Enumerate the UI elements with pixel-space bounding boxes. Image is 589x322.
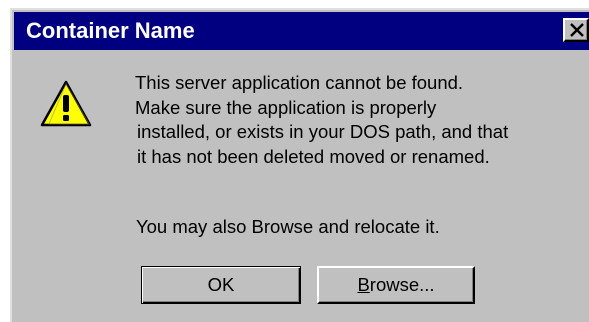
message-line: Make sure the application is properly (135, 96, 437, 118)
browse-button-label: Browse... (357, 274, 434, 296)
warning-icon (40, 80, 92, 127)
dialog-window: Container Name This server application c… (10, 8, 589, 322)
ok-button[interactable]: OK (141, 266, 301, 304)
message-line: This server application cannot be found. (135, 72, 464, 93)
browse-accelerator-key: B (357, 274, 370, 295)
title-bar[interactable]: Container Name (14, 12, 589, 50)
ok-button-label: OK (207, 274, 235, 295)
error-message: This server application cannot be found.… (135, 71, 575, 169)
browse-button[interactable]: Browse... (317, 266, 475, 304)
close-button[interactable] (563, 18, 589, 42)
dialog-title: Container Name (26, 18, 195, 43)
browse-label-rest: rowse... (369, 274, 435, 295)
message-line: it has not been deleted moved or renamed… (137, 145, 490, 167)
close-x-icon (570, 23, 584, 37)
message-line: installed, or exists in your DOS path, a… (137, 121, 509, 142)
browse-hint-text: You may also Browse and relocate it. (136, 216, 440, 237)
